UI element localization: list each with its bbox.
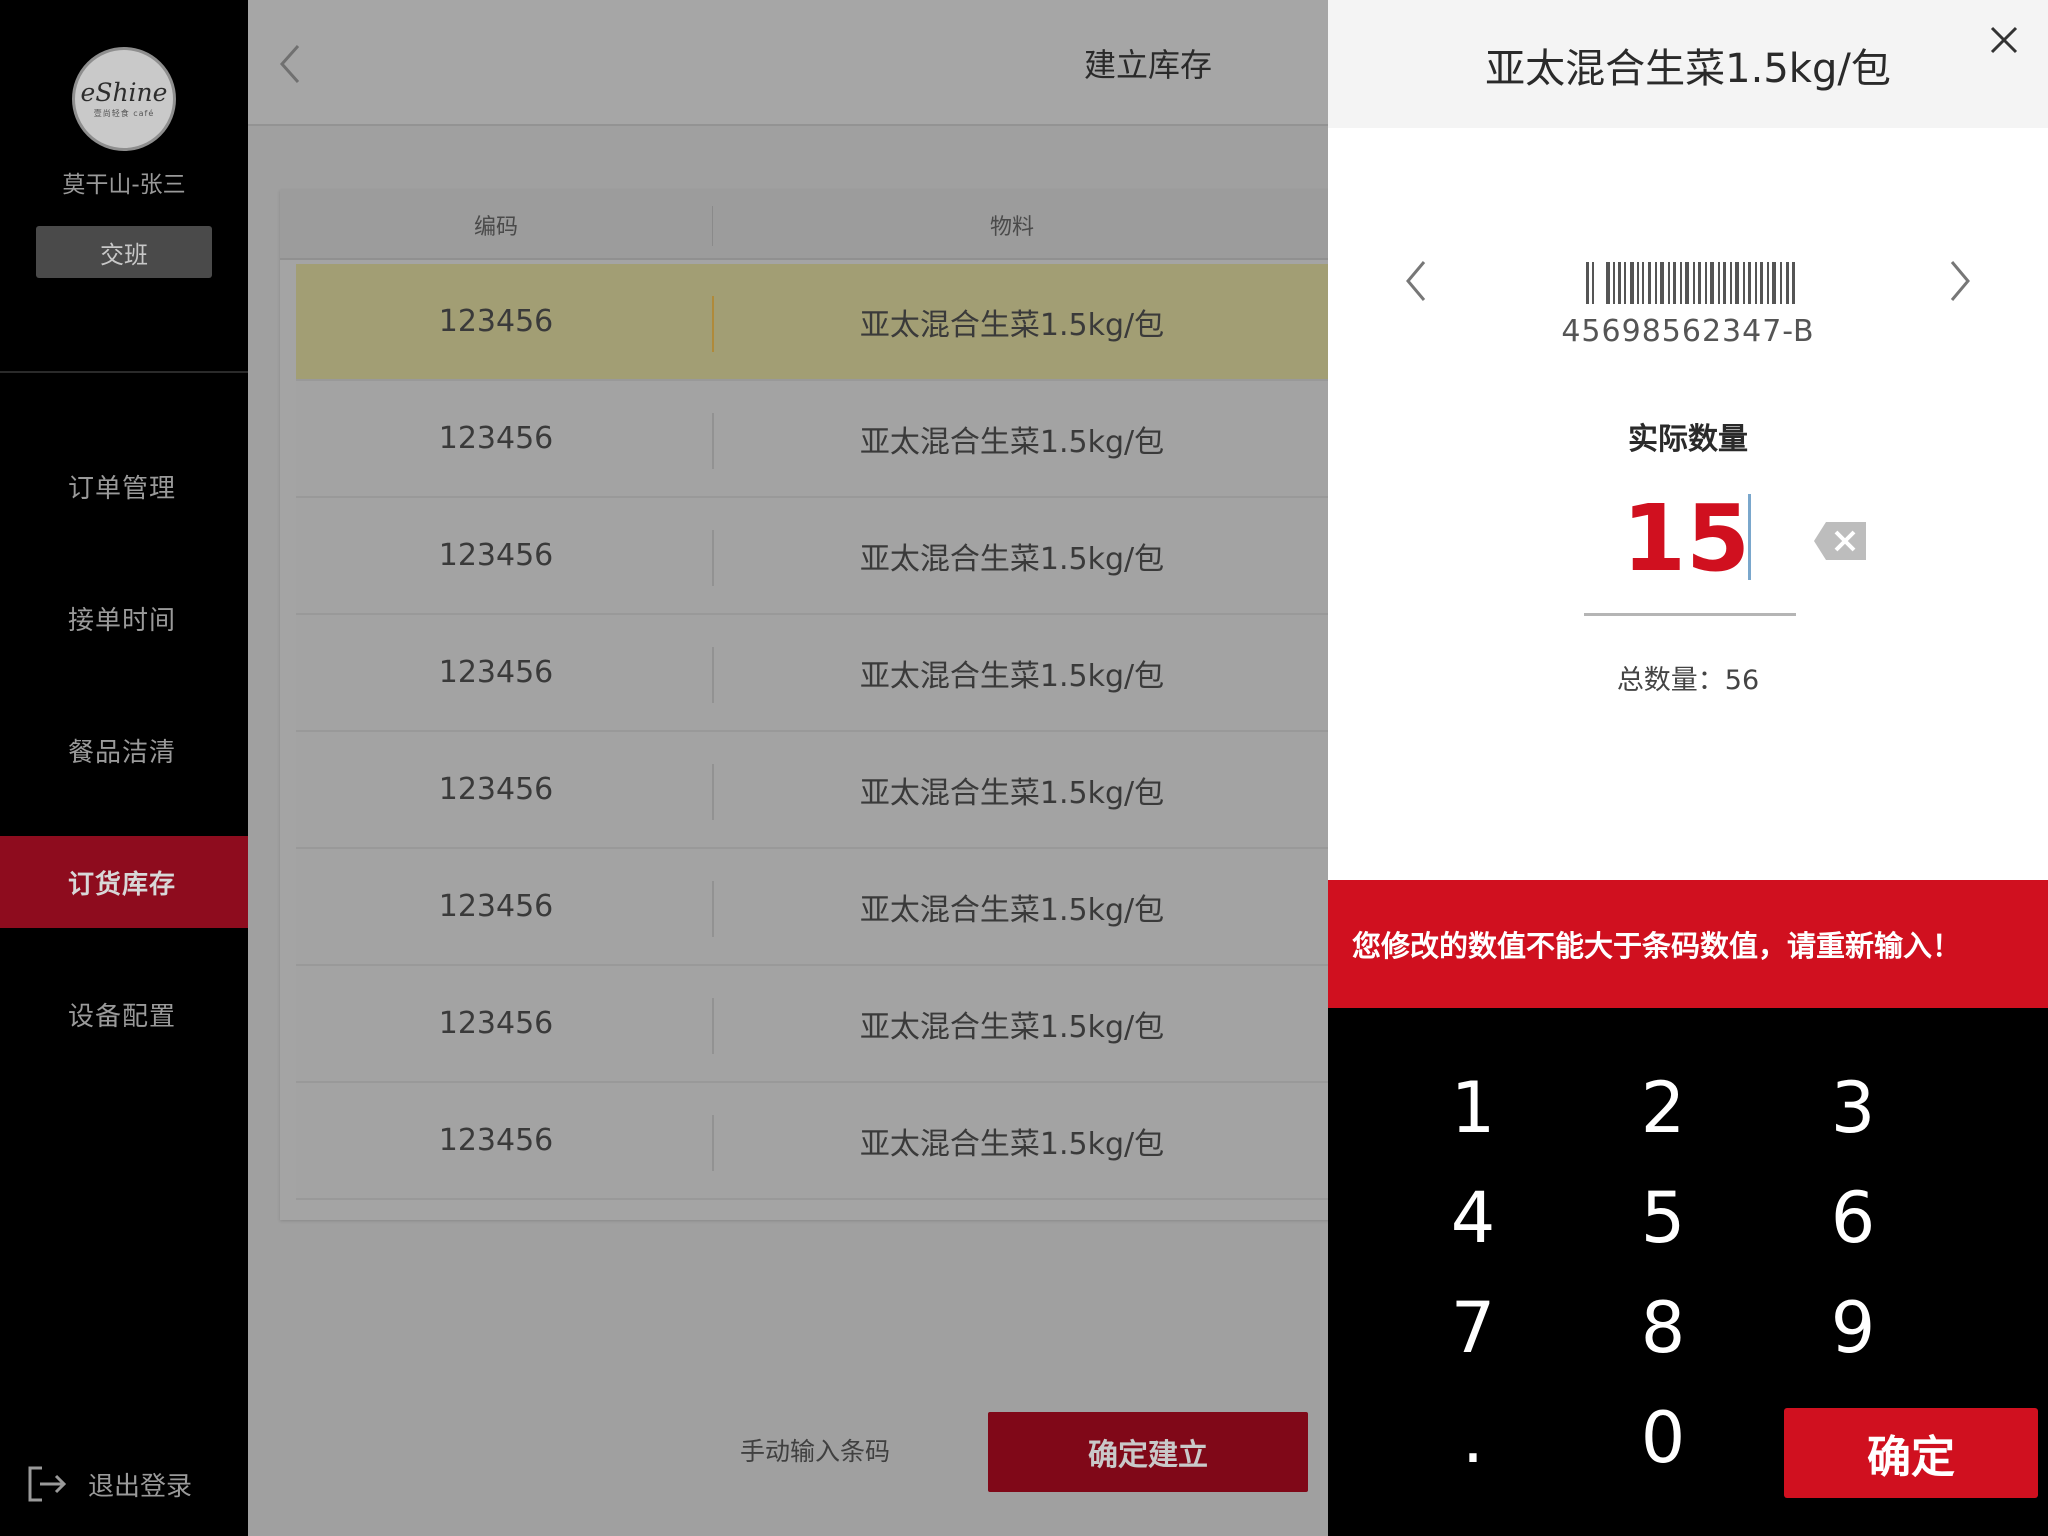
close-icon[interactable] [1984, 20, 2024, 60]
total-quantity: 总数量：56 [1616, 665, 1760, 696]
key-0[interactable]: 0 [1568, 1388, 1758, 1488]
cell-material: 亚太混合生菜1.5kg/包 [859, 1009, 1165, 1045]
cell-code: 123456 [438, 1006, 554, 1041]
sidebar-nav: 订单管理 接单时间 餐品洁清 订货库存 设备配置 [0, 440, 248, 1100]
sidebar-item-cleaning[interactable]: 餐品洁清 [0, 704, 248, 796]
chevron-right-icon[interactable] [1946, 256, 1976, 306]
panel-header: 亚太混合生菜1.5kg/包 [1328, 0, 2048, 128]
key-3[interactable]: 3 [1758, 1058, 1948, 1158]
main-header: 建立库存 [248, 0, 1328, 126]
cell-code: 123456 [438, 304, 554, 339]
main-content: 建立库存 编码 物料 123456 亚太混合生菜1.5kg/包 123456 亚… [248, 0, 1328, 1536]
logo-text: eShine [80, 77, 168, 107]
user-name: 莫干山-张三 [62, 172, 186, 198]
key-6[interactable]: 6 [1758, 1168, 1948, 1268]
backspace-icon[interactable] [1812, 520, 1868, 562]
sidebar: eShine 壹尚轻食 café 莫干山-张三 交班 订单管理 接单时间 餐品洁… [0, 0, 248, 1536]
table-row[interactable]: 123456 亚太混合生菜1.5kg/包 [296, 498, 1328, 615]
column-header-code: 编码 [473, 215, 518, 240]
cell-material: 亚太混合生菜1.5kg/包 [859, 775, 1165, 811]
cell-code: 123456 [438, 772, 554, 807]
cell-code: 123456 [438, 1123, 554, 1158]
shift-handover-button[interactable]: 交班 [36, 226, 212, 278]
table-row[interactable]: 123456 亚太混合生菜1.5kg/包 [296, 264, 1328, 381]
column-header-material: 物料 [989, 215, 1034, 240]
cell-material: 亚太混合生菜1.5kg/包 [859, 1126, 1165, 1162]
cell-code: 123456 [438, 538, 554, 573]
manual-barcode-entry-link[interactable]: 手动输入条码 [740, 1432, 890, 1468]
key-8[interactable]: 8 [1568, 1278, 1758, 1378]
sidebar-divider [0, 371, 248, 373]
confirm-create-button[interactable]: 确定建立 [988, 1412, 1308, 1492]
logout-icon [28, 1466, 67, 1502]
chevron-left-icon[interactable] [1400, 256, 1430, 306]
confirm-button[interactable]: 确定 [1784, 1408, 2038, 1498]
key-9[interactable]: 9 [1758, 1278, 1948, 1378]
page-title: 建立库存 [1083, 46, 1212, 84]
table-body: 123456 亚太混合生菜1.5kg/包 123456 亚太混合生菜1.5kg/… [296, 264, 1328, 1200]
key-2[interactable]: 2 [1568, 1058, 1758, 1158]
logo-subtext: 壹尚轻食 café [93, 108, 155, 118]
quantity-edit-panel: 亚太混合生菜1.5kg/包 45698562347-B 实际数量 15 总数量：… [1328, 0, 2048, 1536]
table-row[interactable]: 123456 亚太混合生菜1.5kg/包 [296, 381, 1328, 498]
logout-button[interactable]: 退出登录 [24, 1462, 192, 1506]
cell-material: 亚太混合生菜1.5kg/包 [859, 424, 1165, 460]
quantity-value: 15 [1621, 485, 1750, 592]
cell-material: 亚太混合生菜1.5kg/包 [859, 658, 1165, 694]
sidebar-item-orders[interactable]: 订单管理 [0, 440, 248, 532]
key-7[interactable]: 7 [1378, 1278, 1568, 1378]
numeric-keypad: 1 2 3 4 5 6 7 8 9 . 0 确定 [1328, 1008, 2048, 1536]
key-4[interactable]: 4 [1378, 1168, 1568, 1268]
sidebar-item-inventory[interactable]: 订货库存 [0, 836, 248, 928]
text-cursor [1748, 494, 1751, 580]
avatar: eShine 壹尚轻食 café [72, 47, 176, 151]
table-row[interactable]: 123456 亚太混合生菜1.5kg/包 [296, 732, 1328, 849]
table-header: 编码 物料 [280, 190, 1328, 260]
error-message: 您修改的数值不能大于条码数值，请重新输入！ [1328, 880, 2048, 1008]
sidebar-item-order-time[interactable]: 接单时间 [0, 572, 248, 664]
cell-code: 123456 [438, 655, 554, 690]
cell-material: 亚太混合生菜1.5kg/包 [859, 892, 1165, 928]
cell-code: 123456 [438, 889, 554, 924]
cell-material: 亚太混合生菜1.5kg/包 [859, 541, 1165, 577]
table-row[interactable]: 123456 亚太混合生菜1.5kg/包 [296, 1083, 1328, 1200]
table-row[interactable]: 123456 亚太混合生菜1.5kg/包 [296, 615, 1328, 732]
panel-title: 亚太混合生菜1.5kg/包 [1485, 46, 1891, 92]
table-row[interactable]: 123456 亚太混合生菜1.5kg/包 [296, 966, 1328, 1083]
sidebar-item-device-config[interactable]: 设备配置 [0, 968, 248, 1060]
cell-material: 亚太混合生菜1.5kg/包 [859, 307, 1165, 343]
key-5[interactable]: 5 [1568, 1168, 1758, 1268]
barcode-icon [1586, 262, 1795, 304]
key-decimal[interactable]: . [1378, 1388, 1568, 1488]
table-row[interactable]: 123456 亚太混合生菜1.5kg/包 [296, 849, 1328, 966]
quantity-input[interactable]: 15 [1584, 480, 1796, 616]
quantity-label: 实际数量 [1628, 422, 1748, 457]
barcode-number: 45698562347-B [1561, 314, 1815, 349]
logout-label: 退出登录 [88, 1471, 193, 1502]
key-1[interactable]: 1 [1378, 1058, 1568, 1158]
cell-code: 123456 [438, 421, 554, 456]
